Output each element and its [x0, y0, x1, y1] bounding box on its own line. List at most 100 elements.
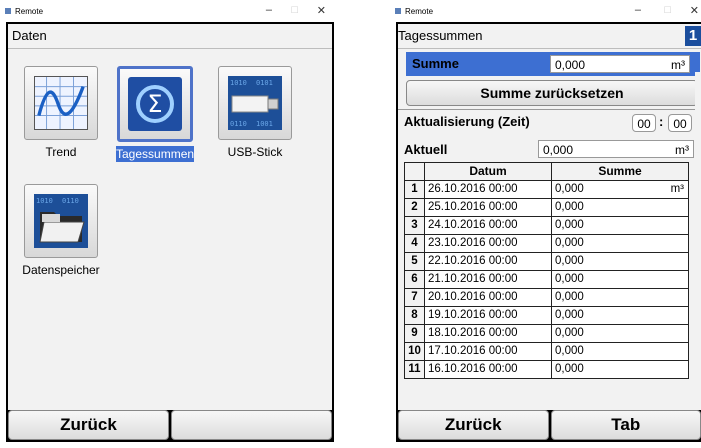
row-index: 10	[404, 342, 425, 361]
table-row[interactable]: 6 21.10.2016 00:00 0,000	[404, 270, 689, 289]
window-title: Remote	[15, 6, 44, 16]
time-separator: :	[659, 114, 664, 129]
aktuell-value-field: 0,000 m³	[538, 140, 694, 158]
row-datum: 18.10.2016 00:00	[424, 324, 552, 343]
row-index: 5	[404, 252, 425, 271]
sigma-icon: Σ	[128, 77, 182, 131]
update-hours-field[interactable]: 00	[632, 114, 656, 132]
right-device-screen: Tagessummen 1 Summe 0,000 m³ Summe zurüc…	[396, 22, 701, 442]
left-footer: Zurück	[8, 410, 332, 440]
row-index: 3	[404, 216, 425, 235]
svg-text:1001: 1001	[256, 120, 273, 128]
page-title: Daten	[8, 24, 332, 49]
app-icon	[5, 8, 11, 14]
close-icon[interactable]: ✕	[317, 4, 326, 17]
svg-text:0110: 0110	[62, 197, 79, 205]
tile-trend[interactable]: Trend	[22, 66, 100, 160]
left-panel: Daten Trend Σ Tagessummen 1010 0101 0110…	[8, 24, 332, 440]
row-summe-value: 0,000	[555, 309, 584, 321]
update-minutes-field[interactable]: 00	[668, 114, 692, 132]
summe-value: 0,000	[555, 58, 586, 72]
row-summe-value: 0,000	[555, 345, 584, 357]
left-titlebar: Remote – □ ✕	[0, 0, 340, 22]
right-titlebar: Remote – □ ✕	[390, 0, 701, 22]
row-datum: 26.10.2016 00:00	[424, 180, 552, 199]
tab-button[interactable]: Tab	[550, 410, 701, 440]
minimize-icon[interactable]: –	[266, 4, 272, 16]
summe-label: Summe	[412, 56, 459, 71]
svg-text:0110: 0110	[230, 120, 247, 128]
back-button[interactable]: Zurück	[8, 410, 169, 440]
col-header-datum: Datum	[424, 162, 552, 181]
data-memory-folder-icon: 1010 0110	[34, 194, 88, 248]
tile-datenspeicher-frame: 1010 0110	[24, 184, 98, 258]
row-summe-value: 0,000	[555, 291, 584, 303]
row-datum: 25.10.2016 00:00	[424, 198, 552, 217]
tile-usb-stick[interactable]: 1010 0101 0110 1001 USB-Stick	[216, 66, 294, 160]
window-title: Remote	[405, 6, 434, 16]
table-row[interactable]: 4 23.10.2016 00:00 0,000	[404, 234, 689, 253]
row-datum: 19.10.2016 00:00	[424, 306, 552, 325]
row-summe: 0,000	[551, 270, 689, 289]
page-title: Tagessummen	[398, 24, 701, 49]
back-button[interactable]: Zurück	[398, 410, 549, 440]
table-row[interactable]: 8 19.10.2016 00:00 0,000	[404, 306, 689, 325]
row-summe-value: 0,000	[555, 273, 584, 285]
table-row[interactable]: 7 20.10.2016 00:00 0,000	[404, 288, 689, 307]
table-row[interactable]: 2 25.10.2016 00:00 0,000	[404, 198, 689, 217]
table-header-row: Datum Summe	[404, 162, 689, 181]
summe-unit: m³	[671, 58, 685, 72]
table-row[interactable]: 10 17.10.2016 00:00 0,000	[404, 342, 689, 361]
right-footer: Zurück Tab	[398, 410, 701, 440]
row-datum: 22.10.2016 00:00	[424, 252, 552, 271]
row-index: 11	[404, 360, 425, 379]
table-row[interactable]: 3 24.10.2016 00:00 0,000	[404, 216, 689, 235]
col-header-summe: Summe	[551, 162, 689, 181]
summe-value-field: 0,000 m³	[550, 55, 690, 73]
trend-chart-icon	[34, 76, 88, 130]
svg-text:Σ: Σ	[147, 90, 162, 118]
close-icon[interactable]: ✕	[690, 4, 699, 17]
row-index: 9	[404, 324, 425, 343]
row-summe: 0,000	[551, 360, 689, 379]
row-summe-value: 0,000	[555, 327, 584, 339]
row-summe: 0,000	[551, 252, 689, 271]
maximize-icon[interactable]: □	[664, 4, 671, 16]
row-datum: 16.10.2016 00:00	[424, 360, 552, 379]
row-summe: 0,000	[551, 306, 689, 325]
tile-tagessummen[interactable]: Σ Tagessummen	[116, 66, 194, 162]
row-summe-value: 0,000	[555, 219, 584, 231]
aktuell-label: Aktuell	[404, 142, 448, 157]
table-row[interactable]: 1 26.10.2016 00:00 0,000 m³	[404, 180, 689, 199]
right-remote-window: Remote – □ ✕ Tagessummen 1 Summe 0,000 m…	[390, 0, 701, 448]
row-summe-value: 0,000	[555, 363, 584, 375]
usb-stick-icon: 1010 0101 0110 1001	[228, 76, 282, 130]
divider	[398, 109, 701, 110]
page-number-badge: 1	[685, 26, 701, 46]
tile-datenspeicher[interactable]: 1010 0110 Datenspeicher	[18, 184, 104, 278]
maximize-icon[interactable]: □	[291, 4, 298, 16]
row-index: 1	[404, 180, 425, 199]
table-row[interactable]: 9 18.10.2016 00:00 0,000	[404, 324, 689, 343]
col-header-index	[404, 162, 425, 181]
row-index: 8	[404, 306, 425, 325]
row-summe: 0,000	[551, 234, 689, 253]
table-row[interactable]: 11 16.10.2016 00:00 0,000	[404, 360, 689, 379]
reset-sum-button[interactable]: Summe zurücksetzen	[406, 80, 698, 106]
row-summe: 0,000 m³	[551, 180, 689, 199]
table-row[interactable]: 5 22.10.2016 00:00 0,000	[404, 252, 689, 271]
update-time-label: Aktualisierung (Zeit)	[404, 114, 530, 129]
row-datum: 23.10.2016 00:00	[424, 234, 552, 253]
row-summe-value: 0,000	[555, 183, 584, 195]
row-summe: 0,000	[551, 324, 689, 343]
scrollbar[interactable]	[695, 72, 701, 410]
row-index: 7	[404, 288, 425, 307]
aktuell-value: 0,000	[543, 143, 574, 157]
left-remote-window: Remote – □ ✕ Daten Trend Σ Tagessummen 1…	[0, 0, 340, 448]
minimize-icon[interactable]: –	[635, 4, 641, 16]
row-summe-value: 0,000	[555, 201, 584, 213]
row-summe: 0,000	[551, 288, 689, 307]
empty-softkey[interactable]	[171, 410, 332, 440]
daily-sums-table: Datum Summe 1 26.10.2016 00:00 0,000 m³ 2 25.…	[404, 162, 689, 379]
tile-trend-frame	[24, 66, 98, 140]
